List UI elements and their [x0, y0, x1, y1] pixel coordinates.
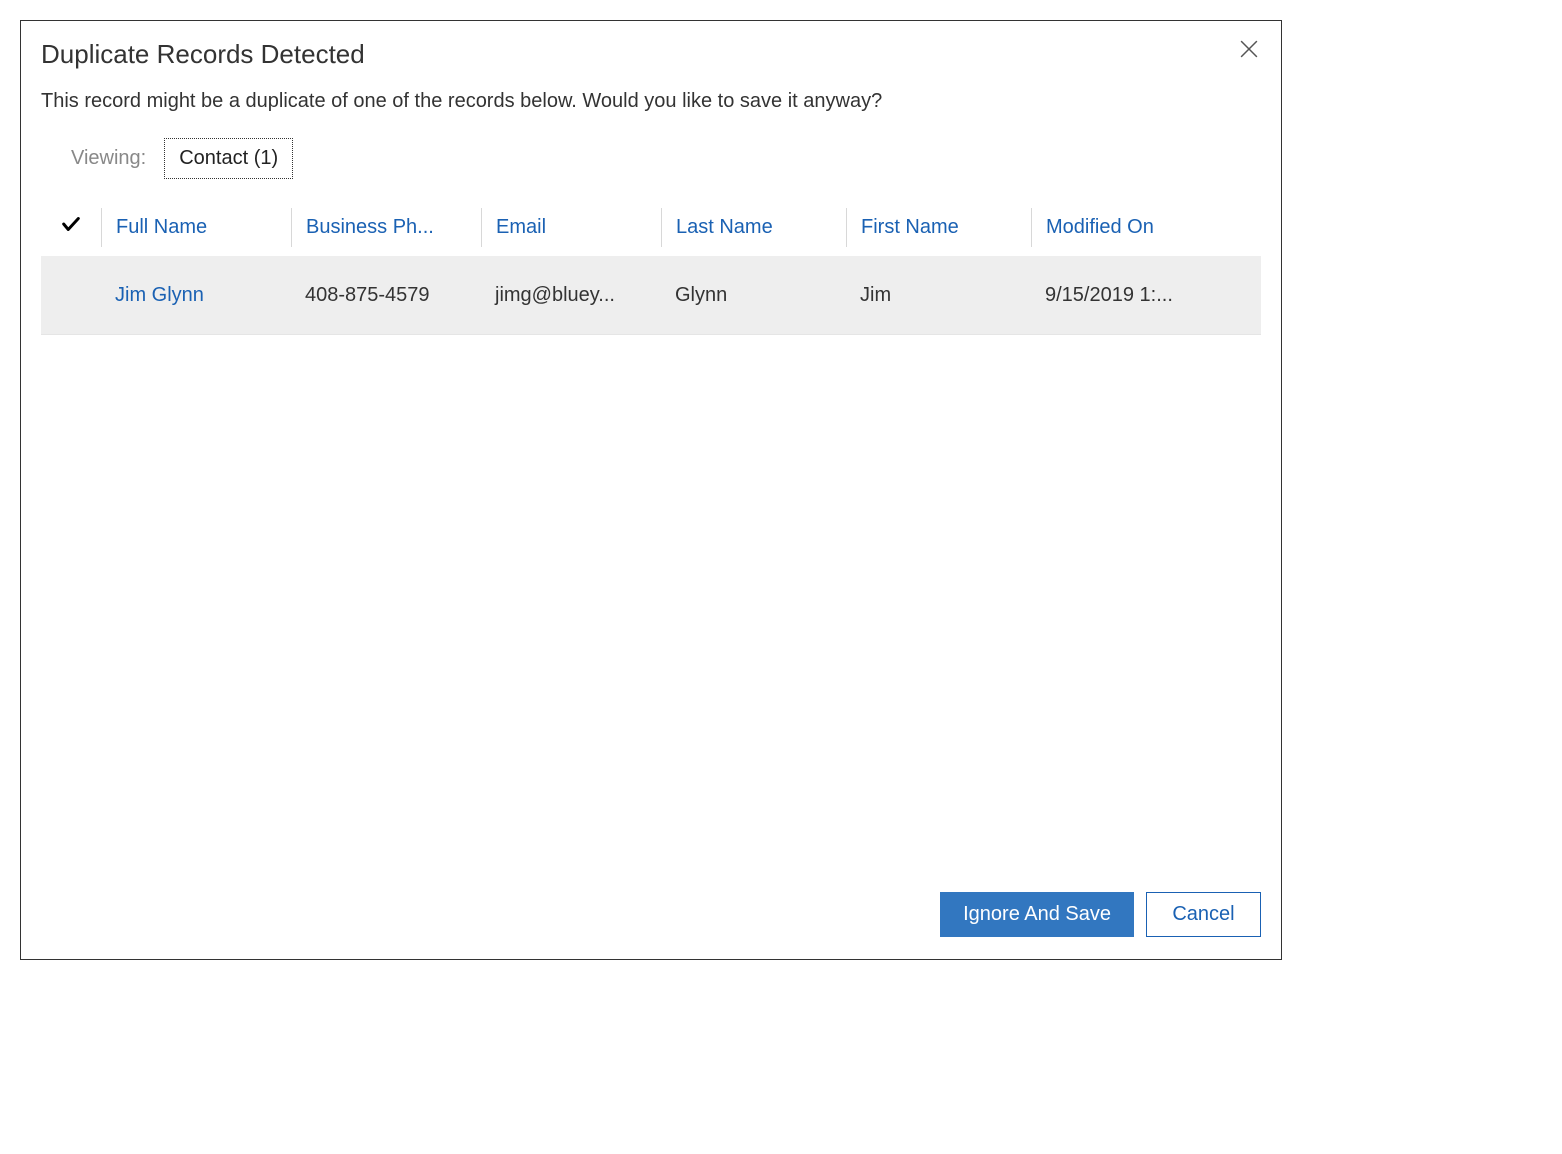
cancel-button[interactable]: Cancel [1146, 892, 1261, 937]
viewing-row: Viewing: Contact (1) [21, 138, 1281, 179]
viewing-tab-contact[interactable]: Contact (1) [164, 138, 293, 179]
row-checkbox[interactable] [41, 287, 101, 303]
duplicates-table: Full Name Business Ph... Email Last Name… [21, 179, 1281, 876]
ignore-and-save-button[interactable]: Ignore And Save [940, 892, 1134, 937]
viewing-label: Viewing: [71, 147, 146, 170]
cell-business-phone: 408-875-4579 [291, 276, 481, 315]
cell-first-name: Jim [846, 276, 1031, 315]
column-header-email[interactable]: Email [481, 208, 661, 247]
column-header-first-name[interactable]: First Name [846, 208, 1031, 247]
dialog-footer: Ignore And Save Cancel [21, 876, 1281, 959]
close-icon [1240, 40, 1258, 63]
column-header-modified-on[interactable]: Modified On [1031, 208, 1261, 247]
cell-last-name: Glynn [661, 276, 846, 315]
cell-email: jimg@bluey... [481, 276, 661, 315]
cell-modified-on: 9/15/2019 1:... [1031, 276, 1261, 315]
column-header-last-name[interactable]: Last Name [661, 208, 846, 247]
table-body: Jim Glynn 408-875-4579 jimg@bluey... Gly… [41, 256, 1261, 335]
dialog-header: Duplicate Records Detected [21, 21, 1281, 80]
column-header-business-phone[interactable]: Business Ph... [291, 208, 481, 247]
cell-full-name[interactable]: Jim Glynn [101, 276, 291, 315]
dialog-subtitle: This record might be a duplicate of one … [21, 80, 1281, 138]
close-button[interactable] [1237, 39, 1261, 63]
table-row[interactable]: Jim Glynn 408-875-4579 jimg@bluey... Gly… [41, 256, 1261, 334]
duplicate-records-dialog: Duplicate Records Detected This record m… [20, 20, 1282, 960]
dialog-title: Duplicate Records Detected [41, 39, 365, 70]
select-all-checkbox[interactable] [41, 205, 101, 249]
checkmark-icon [60, 213, 82, 241]
column-header-full-name[interactable]: Full Name [101, 208, 291, 247]
table-header-row: Full Name Business Ph... Email Last Name… [41, 199, 1261, 256]
